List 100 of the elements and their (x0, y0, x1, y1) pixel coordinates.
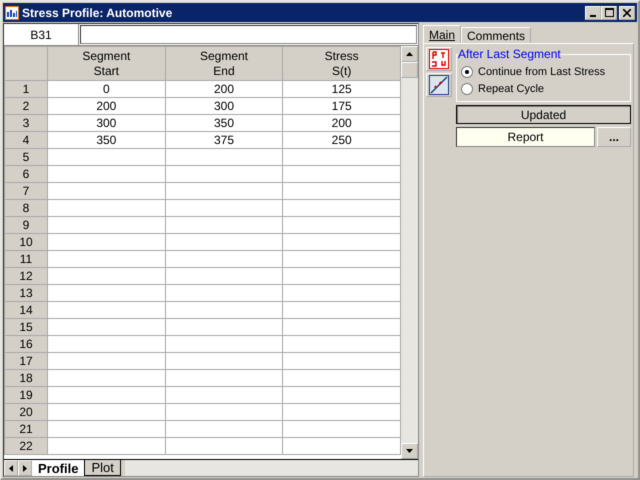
row-header[interactable]: 16 (4, 336, 48, 352)
table-cell[interactable] (165, 148, 283, 166)
scroll-up-button[interactable] (401, 46, 418, 62)
table-cell[interactable] (165, 352, 283, 370)
table-cell[interactable] (165, 318, 283, 336)
column-header[interactable]: Segment Start (48, 46, 166, 80)
table-cell[interactable] (282, 318, 400, 336)
row-header[interactable]: 2 (4, 98, 48, 114)
previous-sheet-button[interactable] (4, 460, 18, 476)
row-header[interactable]: 22 (4, 438, 48, 454)
table-cell[interactable] (282, 216, 400, 234)
table-cell[interactable]: 175 (282, 98, 400, 114)
table-cell[interactable] (282, 148, 400, 166)
column-header[interactable]: Stress S(t) (282, 46, 400, 80)
table-cell[interactable] (282, 370, 400, 386)
close-button[interactable] (619, 6, 635, 20)
table-cell[interactable] (282, 386, 400, 404)
table-cell[interactable]: 200 (165, 80, 283, 98)
row-header[interactable]: 14 (4, 302, 48, 318)
table-cell[interactable] (165, 438, 283, 454)
table-cell[interactable] (282, 438, 400, 454)
table-cell[interactable] (282, 166, 400, 182)
row-header[interactable]: 3 (4, 114, 48, 132)
table-cell[interactable] (165, 250, 283, 268)
table-cell[interactable]: 125 (282, 80, 400, 98)
scroll-thumb[interactable] (401, 62, 418, 78)
sheet-tab[interactable]: Plot (85, 460, 121, 476)
table-cell[interactable] (48, 182, 166, 200)
table-cell[interactable] (48, 404, 166, 420)
table-cell[interactable] (48, 268, 166, 284)
table-cell[interactable] (48, 370, 166, 386)
table-cell[interactable] (48, 318, 166, 336)
table-cell[interactable] (48, 166, 166, 182)
table-cell[interactable] (165, 268, 283, 284)
table-cell[interactable] (165, 284, 283, 302)
table-cell[interactable] (282, 352, 400, 370)
table-cell[interactable] (165, 386, 283, 404)
table-cell[interactable]: 350 (165, 114, 283, 132)
table-cell[interactable] (165, 404, 283, 420)
row-header[interactable]: 13 (4, 284, 48, 302)
table-cell[interactable] (48, 438, 166, 454)
radio-option[interactable]: Continue from Last Stress (461, 63, 626, 80)
row-header[interactable]: 20 (4, 404, 48, 420)
table-cell[interactable] (165, 302, 283, 318)
table-cell[interactable] (48, 420, 166, 438)
table-cell[interactable] (48, 216, 166, 234)
table-cell[interactable] (282, 420, 400, 438)
table-cell[interactable] (282, 284, 400, 302)
table-cell[interactable] (282, 234, 400, 250)
minimize-button[interactable] (585, 6, 601, 20)
table-cell[interactable] (48, 284, 166, 302)
row-header[interactable]: 9 (4, 216, 48, 234)
table-cell[interactable] (165, 182, 283, 200)
table-cell[interactable] (282, 268, 400, 284)
row-header[interactable]: 8 (4, 200, 48, 216)
sheet-tab[interactable]: Profile (32, 460, 86, 476)
row-header[interactable]: 21 (4, 420, 48, 438)
column-header[interactable]: Segment End (165, 46, 283, 80)
table-cell[interactable] (282, 200, 400, 216)
report-field[interactable]: Report (456, 127, 595, 147)
table-cell[interactable]: 0 (48, 80, 166, 98)
row-header[interactable]: 11 (4, 250, 48, 268)
table-cell[interactable] (48, 352, 166, 370)
next-sheet-button[interactable] (18, 460, 32, 476)
browse-button[interactable]: ... (597, 127, 631, 147)
row-header[interactable]: 5 (4, 148, 48, 166)
radio-button[interactable] (461, 66, 473, 78)
row-header[interactable]: 6 (4, 166, 48, 182)
vertical-scrollbar[interactable] (401, 46, 418, 459)
table-cell[interactable] (282, 336, 400, 352)
table-cell[interactable]: 250 (282, 132, 400, 148)
table-cell[interactable]: 200 (48, 98, 166, 114)
table-cell[interactable] (282, 182, 400, 200)
table-cell[interactable] (48, 336, 166, 352)
radio-option[interactable]: Repeat Cycle (461, 80, 626, 97)
table-cell[interactable] (165, 336, 283, 352)
row-header[interactable]: 12 (4, 268, 48, 284)
table-cell[interactable]: 375 (165, 132, 283, 148)
table-cell[interactable] (165, 200, 283, 216)
table-cell[interactable] (282, 404, 400, 420)
row-header[interactable]: 4 (4, 132, 48, 148)
table-cell[interactable] (48, 302, 166, 318)
table-cell[interactable] (165, 420, 283, 438)
table-cell[interactable] (282, 302, 400, 318)
table-cell[interactable] (165, 216, 283, 234)
formula-field[interactable] (80, 25, 417, 44)
radio-button[interactable] (461, 82, 473, 94)
panel-tab[interactable]: Main (423, 25, 462, 43)
maximize-button[interactable] (601, 6, 617, 20)
row-header[interactable]: 19 (4, 386, 48, 404)
row-header[interactable]: 10 (4, 234, 48, 250)
table-cell[interactable] (165, 166, 283, 182)
row-header[interactable]: 17 (4, 352, 48, 370)
table-cell[interactable] (48, 250, 166, 268)
row-header[interactable]: 7 (4, 182, 48, 200)
table-cell[interactable] (282, 250, 400, 268)
row-header[interactable]: 1 (4, 80, 48, 98)
table-cell[interactable]: 200 (282, 114, 400, 132)
table-cell[interactable] (48, 386, 166, 404)
table-cell[interactable]: 350 (48, 132, 166, 148)
